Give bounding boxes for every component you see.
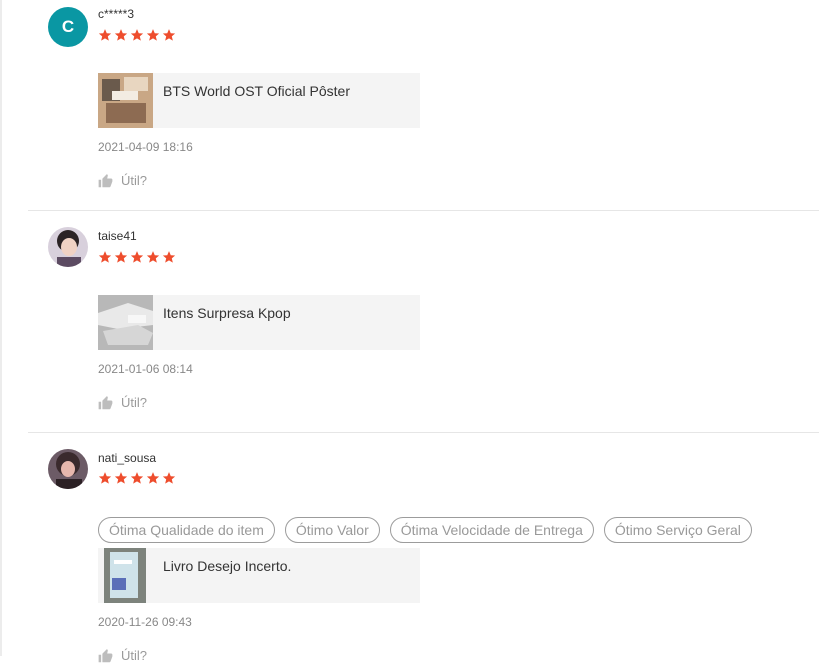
product-name[interactable]: Itens Surpresa Kpop (163, 305, 291, 321)
left-rule (0, 0, 2, 656)
star-icon (98, 472, 112, 484)
rating-stars (98, 250, 176, 264)
helpful-label: Útil? (121, 173, 148, 188)
star-icon (130, 251, 144, 263)
star-icon (162, 29, 176, 41)
star-icon (162, 251, 176, 263)
helpful-label: Útil? (121, 395, 148, 410)
avatar[interactable] (48, 227, 88, 267)
product-thumbnail[interactable] (98, 73, 153, 128)
helpful-button[interactable]: Útil? (98, 173, 147, 188)
reviewer-username: c*****3 (98, 7, 135, 21)
product-card[interactable]: BTS World OST Oficial Pôster (98, 73, 420, 128)
review-tag: Ótimo Serviço Geral (603, 517, 752, 543)
rating-stars (98, 28, 176, 42)
star-icon (146, 29, 160, 41)
star-icon (98, 29, 112, 41)
thumbs-up-icon (98, 173, 113, 187)
helpful-button[interactable]: Útil? (98, 395, 147, 410)
product-thumbnail[interactable] (98, 548, 153, 603)
product-name[interactable]: Livro Desejo Incerto. (163, 558, 291, 574)
review-date: 2020-11-26 09:43 (98, 615, 192, 629)
star-icon (114, 29, 128, 41)
star-icon (130, 472, 144, 484)
avatar[interactable] (48, 449, 88, 489)
reviewer-username: taise41 (98, 229, 137, 243)
rating-stars (98, 471, 176, 485)
product-card[interactable]: Itens Surpresa Kpop (98, 295, 420, 350)
review-item: C c*****3 BTS World OST Oficial Pôster 2… (28, 0, 819, 211)
review-date: 2021-01-06 08:14 (98, 362, 193, 376)
review-date: 2021-04-09 18:16 (98, 140, 193, 154)
star-icon (146, 472, 160, 484)
star-icon (114, 251, 128, 263)
review-tags: Ótima Qualidade do item Ótimo Valor Ótim… (98, 517, 752, 543)
review-tag: Ótima Velocidade de Entrega (389, 517, 594, 543)
star-icon (114, 472, 128, 484)
review-tag: Ótimo Valor (284, 517, 380, 543)
review-item: nati_sousa Ótima Qualidade do item Ótimo… (28, 433, 819, 663)
star-icon (146, 251, 160, 263)
product-card[interactable]: Livro Desejo Incerto. (98, 548, 420, 603)
reviewer-username: nati_sousa (98, 451, 157, 465)
product-thumbnail[interactable] (98, 295, 153, 350)
review-item: taise41 Itens Surpresa Kpop 2021-01-06 0… (28, 211, 819, 433)
star-icon (130, 29, 144, 41)
review-tag: Ótima Qualidade do item (98, 517, 275, 543)
avatar[interactable]: C (48, 7, 88, 47)
star-icon (98, 251, 112, 263)
star-icon (162, 472, 176, 484)
thumbs-up-icon (98, 395, 113, 409)
product-name[interactable]: BTS World OST Oficial Pôster (163, 83, 350, 99)
